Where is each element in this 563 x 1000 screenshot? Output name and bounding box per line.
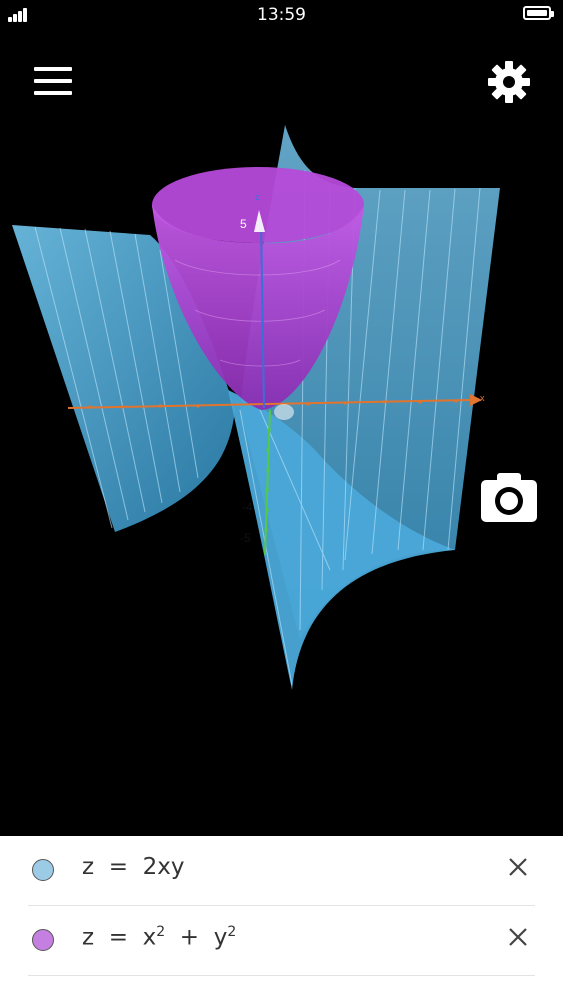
gear-icon bbox=[488, 61, 530, 103]
expression-color-dot[interactable] bbox=[32, 929, 54, 951]
camera-icon bbox=[481, 473, 537, 522]
close-icon bbox=[509, 858, 527, 876]
z-axis-label: z bbox=[255, 192, 260, 202]
expression-text[interactable]: z = x2 + y2 bbox=[82, 924, 236, 951]
expression-row[interactable]: z = x2 + y2 bbox=[0, 906, 563, 976]
y-tick-label-neg5: -5 bbox=[240, 531, 251, 545]
expression-color-dot[interactable] bbox=[32, 859, 54, 881]
menu-button[interactable] bbox=[30, 60, 78, 104]
status-time: 13:59 bbox=[257, 5, 306, 25]
expression-text[interactable]: z = 2xy bbox=[82, 854, 184, 880]
x-axis-label: x bbox=[480, 393, 485, 403]
settings-button[interactable] bbox=[484, 57, 534, 107]
remove-expression-button[interactable] bbox=[503, 922, 533, 952]
battery-icon bbox=[523, 6, 554, 20]
status-bar: 13:59 bbox=[0, 0, 563, 30]
close-icon bbox=[509, 928, 527, 946]
y-tick-label-neg4: -4 bbox=[242, 500, 253, 514]
remove-expression-button[interactable] bbox=[503, 852, 533, 882]
camera-button[interactable] bbox=[479, 470, 539, 526]
z-tick-label: 5 bbox=[240, 217, 247, 231]
expression-panel: z = 2xy z = x2 + y2 bbox=[0, 836, 563, 1000]
expression-row[interactable]: z = 2xy bbox=[0, 836, 563, 906]
